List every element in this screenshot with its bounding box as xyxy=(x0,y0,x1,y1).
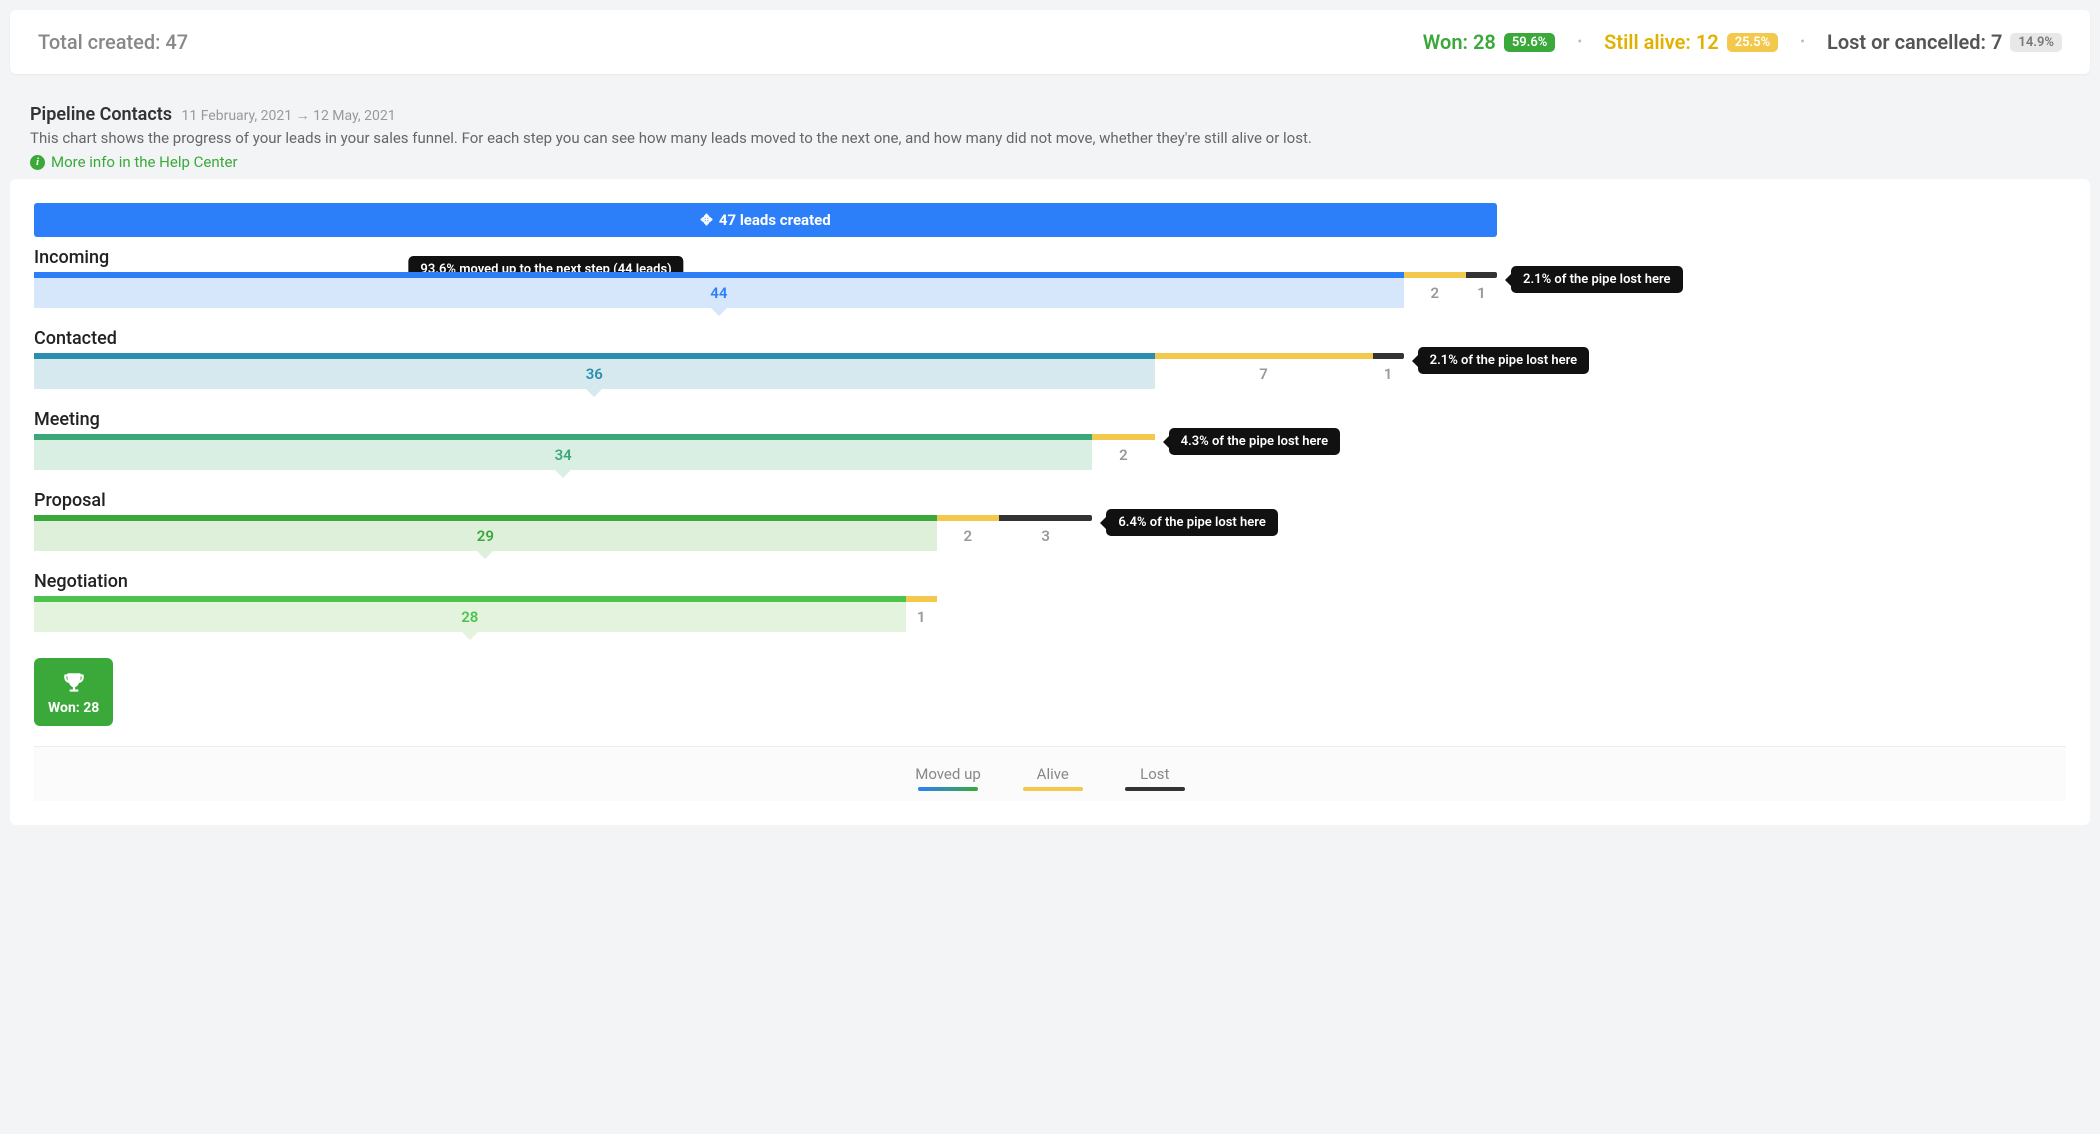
total-value: 47 xyxy=(165,30,188,54)
won-metric: Won: 28 59.6% xyxy=(1423,30,1556,54)
legend-alive: Alive xyxy=(1023,765,1083,791)
trophy-icon xyxy=(61,670,87,696)
lost-tooltip: 4.3% of the pipe lost here xyxy=(1169,428,1340,455)
won-box-label: Won: 28 xyxy=(48,700,99,716)
help-link-text: More info in the Help Center xyxy=(51,153,238,171)
alive-pct-badge: 25.5% xyxy=(1727,33,1779,52)
separator-dot: • xyxy=(1800,34,1805,50)
funnel-stage: Contacted 36 7 1 2.1% of the xyxy=(34,328,2066,389)
funnel-chart: ✥ 47 leads created Incoming 93.6% moved … xyxy=(10,179,2090,825)
legend-lost: Lost xyxy=(1125,765,1185,791)
funnel-stage: Incoming 93.6% moved up to the next step… xyxy=(34,247,2066,308)
lost-count: 1 xyxy=(1373,359,1404,389)
alive-metric: Still alive: 12 25.5% xyxy=(1604,30,1778,54)
won-box: Won: 28 xyxy=(34,658,113,726)
total-created: Total created: 47 xyxy=(38,30,1423,54)
chart-title: Pipeline Contacts xyxy=(30,104,172,125)
funnel-stage: Meeting 34 2 4.3% of the pi xyxy=(34,409,2066,470)
alive-count: 2 xyxy=(1092,440,1154,470)
alive-count: 1 xyxy=(906,602,937,632)
date-range: 11 February, 2021 → 12 May, 2021 xyxy=(182,108,396,124)
description-block: Pipeline Contacts 11 February, 2021 → 12… xyxy=(10,88,2090,179)
lost-pct-badge: 14.9% xyxy=(2010,33,2062,52)
stage-name: Meeting xyxy=(34,409,2066,430)
stage-name: Contacted xyxy=(34,328,2066,349)
moved-count: 44 xyxy=(34,278,1404,308)
funnel-header-text: 47 leads created xyxy=(719,211,831,229)
moved-count: 29 xyxy=(34,521,937,551)
lost-metric: Lost or cancelled: 7 14.9% xyxy=(1827,30,2062,54)
alive-count: 7 xyxy=(1155,359,1373,389)
chart-description: This chart shows the progress of your le… xyxy=(30,129,2070,147)
moved-count: 34 xyxy=(34,440,1092,470)
help-center-link[interactable]: i More info in the Help Center xyxy=(30,153,238,171)
funnel-stage: Proposal 29 2 3 6.4% of the xyxy=(34,490,2066,551)
stage-name: Proposal xyxy=(34,490,2066,511)
info-icon: i xyxy=(30,155,45,170)
total-label: Total created: xyxy=(38,30,160,54)
lost-tooltip: 2.1% of the pipe lost here xyxy=(1511,266,1682,293)
funnel-header-bar: ✥ 47 leads created xyxy=(34,203,1497,237)
legend: Moved up Alive Lost xyxy=(34,746,2066,801)
moved-count: 28 xyxy=(34,602,906,632)
expand-icon: ✥ xyxy=(700,211,713,229)
moved-count: 36 xyxy=(34,359,1155,389)
legend-moved-up: Moved up xyxy=(915,765,981,791)
lost-tooltip: 6.4% of the pipe lost here xyxy=(1106,509,1277,536)
summary-strip: Total created: 47 Won: 28 59.6% • Still … xyxy=(10,10,2090,74)
funnel-stage: Negotiation 28 1 xyxy=(34,571,2066,632)
alive-count: 2 xyxy=(937,521,999,551)
alive-count: 2 xyxy=(1404,278,1466,308)
lost-count: 3 xyxy=(999,521,1092,551)
stage-name: Negotiation xyxy=(34,571,2066,592)
stage-name: Incoming xyxy=(34,247,2066,268)
won-pct-badge: 59.6% xyxy=(1504,33,1556,52)
lost-tooltip: 2.1% of the pipe lost here xyxy=(1418,347,1589,374)
separator-dot: • xyxy=(1577,34,1582,50)
lost-count: 1 xyxy=(1466,278,1497,308)
